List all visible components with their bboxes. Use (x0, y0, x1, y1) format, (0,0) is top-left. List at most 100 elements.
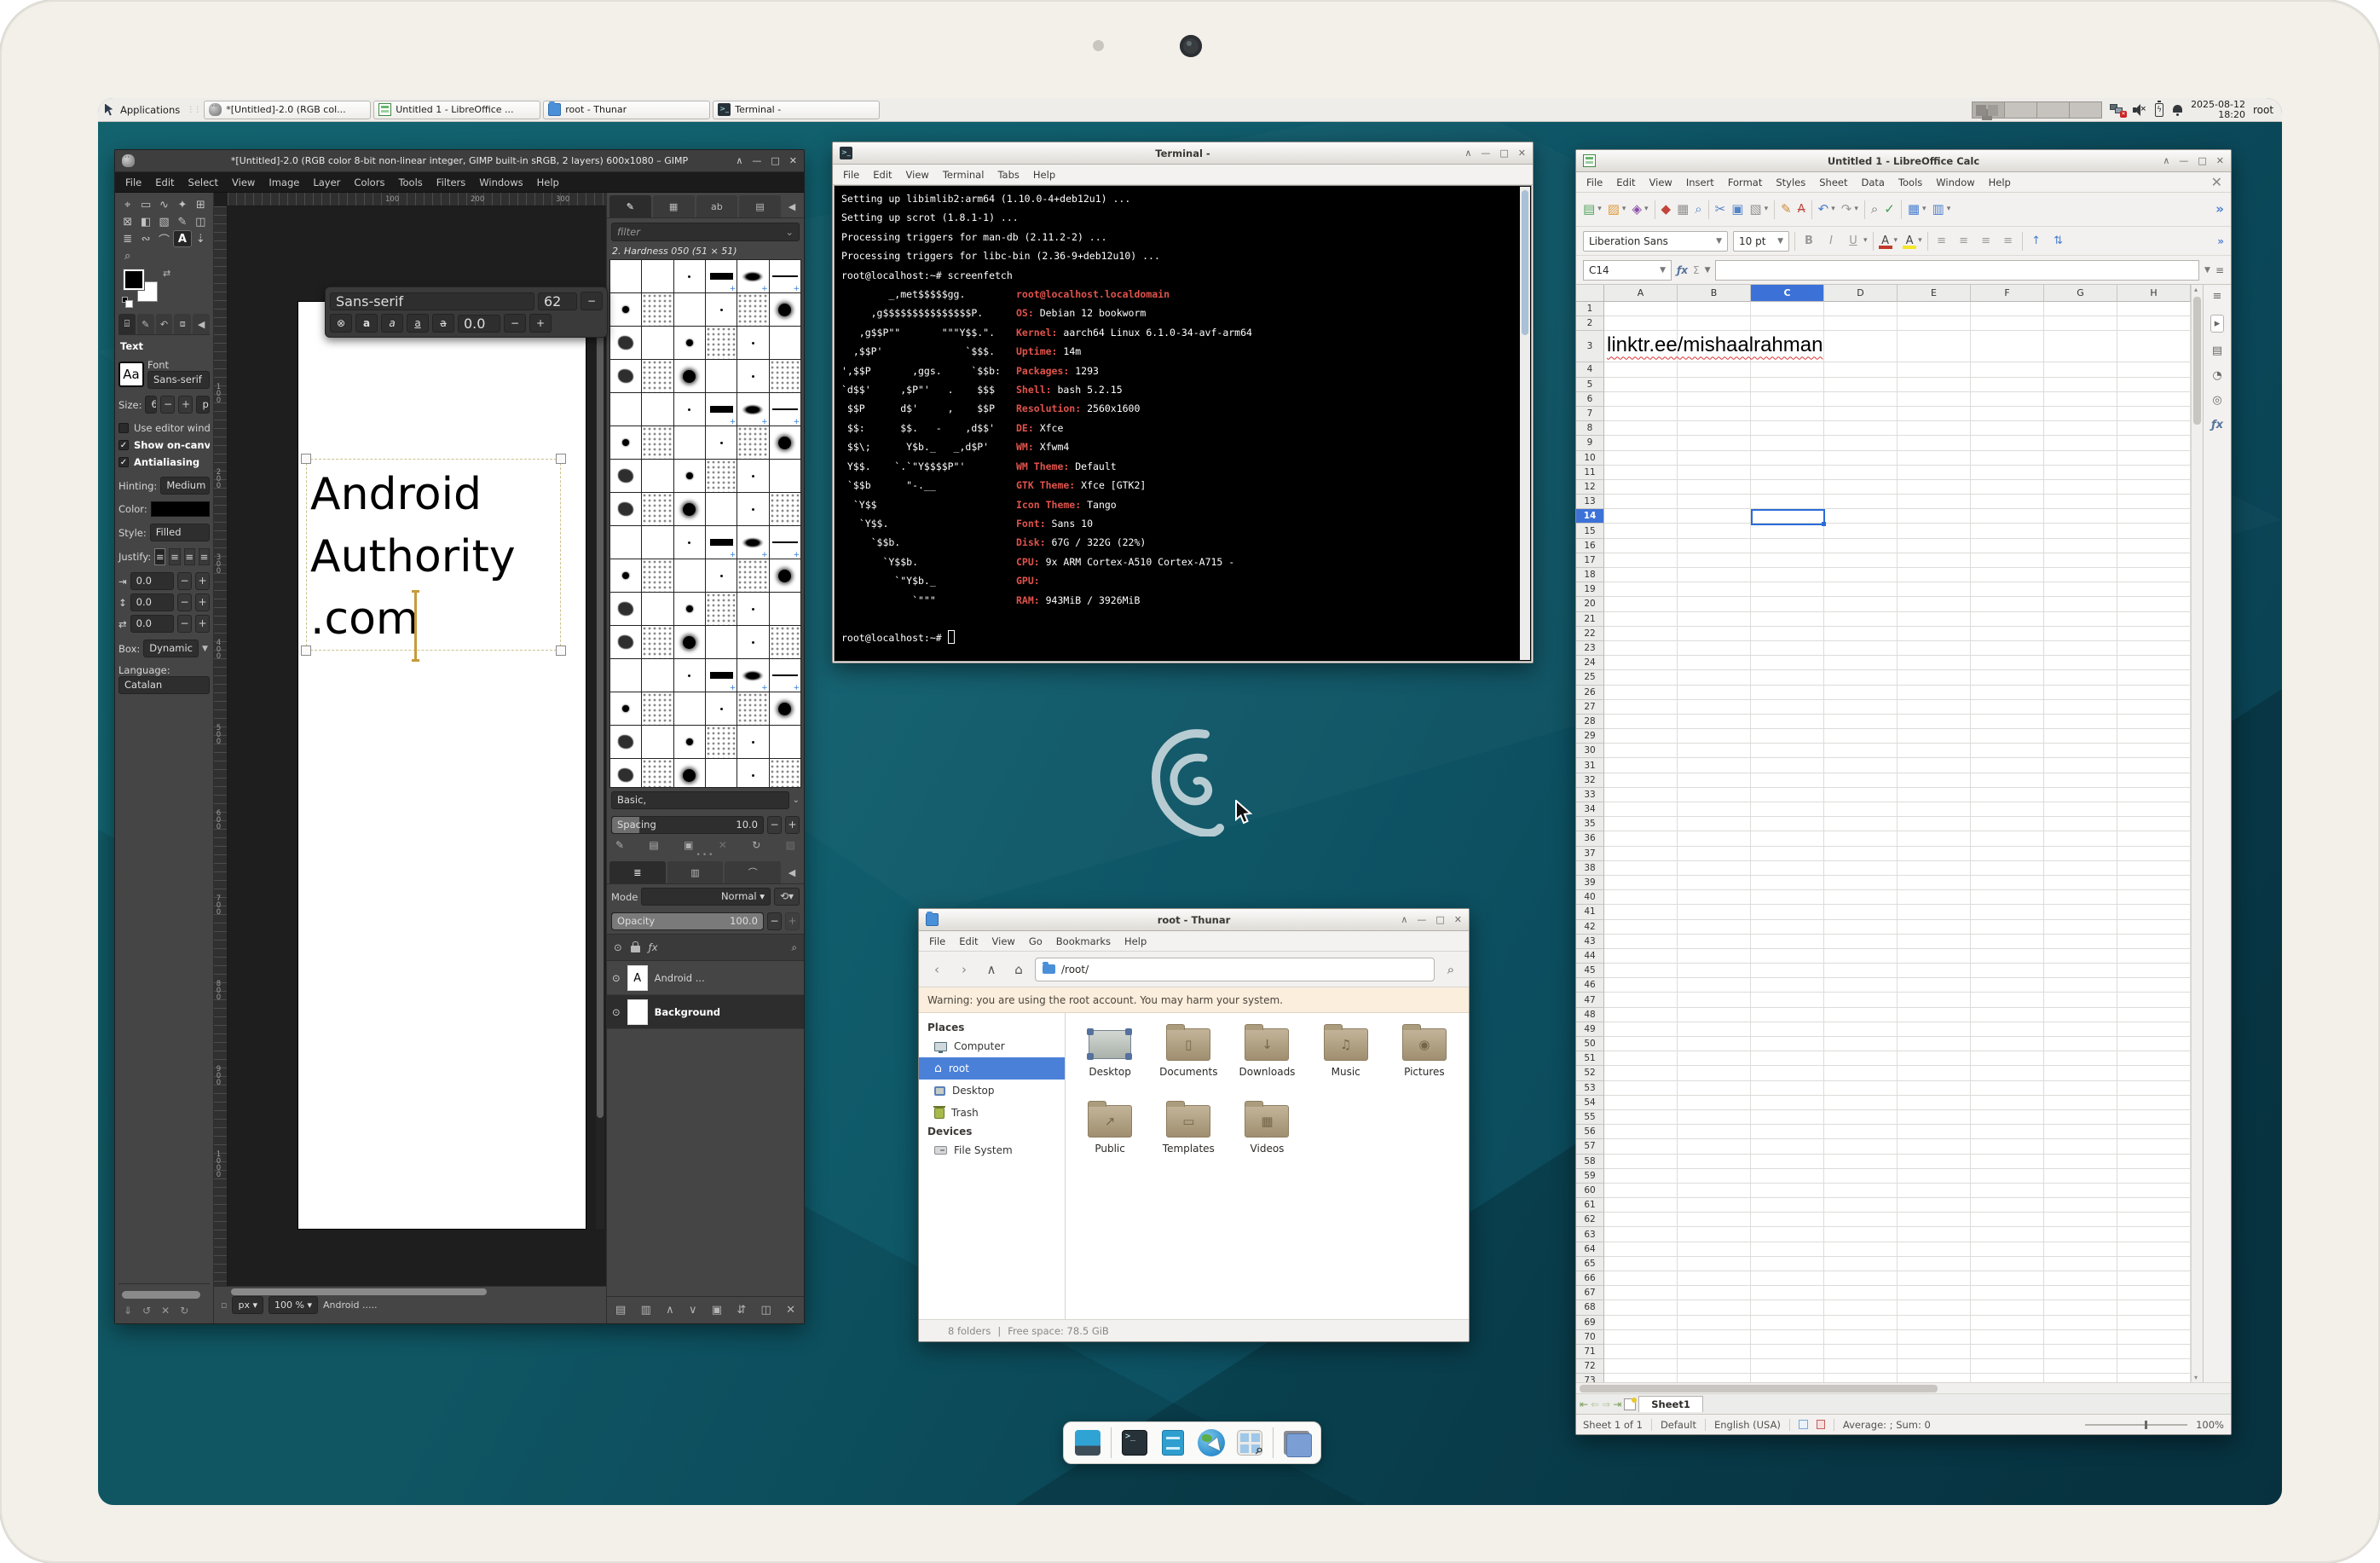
paste-icon[interactable]: ▧ (1749, 203, 1761, 216)
sheet-cell[interactable] (1971, 817, 2044, 831)
font-select[interactable]: Sans-serif (147, 371, 210, 389)
row-header-40[interactable]: 40 (1576, 890, 1604, 905)
float-size-minus[interactable]: − (581, 292, 603, 310)
sidebar-menu-icon[interactable]: ≡ (2215, 264, 2224, 276)
tool-text-icon[interactable]: A (173, 230, 191, 247)
sheet-cell[interactable] (1824, 597, 1898, 611)
brush-thumbnail[interactable] (737, 559, 768, 592)
foreground-color-swatch[interactable] (124, 269, 144, 290)
page-style[interactable]: Default (1661, 1419, 1696, 1431)
folder-desktop[interactable]: Desktop (1071, 1025, 1149, 1078)
brush-thumbnail[interactable] (642, 559, 673, 592)
folder-pictures[interactable]: ◉Pictures (1385, 1025, 1464, 1078)
size-unit-select[interactable]: px (196, 396, 210, 414)
cut-icon[interactable]: ✂ (1715, 203, 1726, 216)
tab-channels[interactable]: ▥ (667, 861, 724, 883)
sheet-cell[interactable] (1971, 436, 2044, 450)
brush-thumbnail[interactable] (770, 460, 800, 492)
menu-item-colors[interactable]: Colors (347, 177, 391, 188)
sheet-cell[interactable] (2044, 847, 2117, 861)
sheet-cell[interactable] (2117, 1081, 2191, 1096)
sheet-cell[interactable] (1898, 1066, 1971, 1080)
sheet-cell[interactable] (1824, 1081, 1898, 1096)
sheet-cell[interactable] (1751, 362, 1824, 377)
brush-thumbnail[interactable] (770, 327, 800, 359)
sheet-cell[interactable] (1604, 773, 1678, 788)
sheet-cell[interactable] (2044, 670, 2117, 685)
sheet-cell[interactable] (1678, 1051, 1751, 1066)
row-header-41[interactable]: 41 (1576, 905, 1604, 919)
function-wizard-icon[interactable]: ƒx (1677, 264, 1688, 276)
row-header-51[interactable]: 51 (1576, 1051, 1604, 1066)
layer-row[interactable]: ⊙Background (607, 995, 804, 1029)
sheet-cell[interactable] (1678, 949, 1751, 964)
align-right-icon[interactable]: ≡ (1978, 234, 1995, 247)
brush-thumbnail[interactable] (674, 327, 705, 359)
opacity-minus[interactable]: − (767, 912, 782, 930)
formula-input[interactable] (1715, 260, 2199, 281)
brush-thumbnail[interactable] (706, 759, 737, 788)
sheet-cell[interactable] (1971, 847, 2044, 861)
lock-icon[interactable] (631, 946, 640, 952)
gimp-titlebar[interactable]: *[Untitled]-2.0 (RGB color 8-bit non-lin… (115, 150, 804, 172)
sheet-cell[interactable] (1971, 1096, 2044, 1110)
sheet-cell[interactable] (1678, 1125, 1751, 1139)
row-header-61[interactable]: 61 (1576, 1198, 1604, 1213)
brush-thumbnail[interactable] (770, 293, 800, 326)
paste-dropdown[interactable]: ▾ (1765, 206, 1769, 213)
sheet-cell[interactable] (2044, 1257, 2117, 1271)
sheet-cell[interactable] (1604, 1300, 1678, 1315)
sheet-cell[interactable] (1604, 1022, 1678, 1037)
print-preview-icon[interactable]: ⌕ (1695, 203, 1701, 216)
sheet-cell[interactable] (1751, 466, 1824, 480)
shade-button[interactable]: ∧ (1401, 914, 1407, 925)
sheet-cell[interactable] (1898, 524, 1971, 538)
row-header-73[interactable]: 73 (1576, 1374, 1604, 1382)
sheet-cell[interactable] (1824, 1008, 1898, 1022)
sheet-cell[interactable] (2044, 480, 2117, 495)
sheet-cell[interactable] (1751, 568, 1824, 582)
sheet-cell[interactable] (1604, 392, 1678, 407)
sheet-cell[interactable] (1971, 597, 2044, 611)
sheet-cell[interactable] (2044, 890, 2117, 905)
brush-thumbnail[interactable] (706, 327, 737, 359)
sheet-cell[interactable] (1678, 509, 1751, 524)
sheet-cell[interactable] (1678, 890, 1751, 905)
layer-opacity-slider[interactable]: Opacity 100.0 (611, 912, 764, 930)
sheet-cell[interactable] (1604, 831, 1678, 846)
sheet-cell[interactable] (1751, 597, 1824, 611)
brush-thumbnail[interactable] (706, 293, 737, 326)
sheet-cell[interactable] (1971, 316, 2044, 331)
sheet-cell[interactable] (1824, 302, 1898, 316)
visibility-icon[interactable]: ⊙ (612, 1006, 621, 1018)
sheet-cell[interactable] (1971, 1184, 2044, 1198)
sheet-cell[interactable] (1898, 1037, 1971, 1051)
brush-thumbnail[interactable] (674, 593, 705, 625)
merge-cells-icon[interactable]: ⇅ (2050, 234, 2067, 247)
sheet-cell[interactable] (1604, 539, 1678, 553)
sheet-cell[interactable] (1751, 539, 1824, 553)
brush-thumbnail[interactable] (737, 493, 768, 525)
sheet-cell[interactable] (1678, 788, 1751, 802)
sheet-cell[interactable] (1604, 1051, 1678, 1066)
sheet-cell[interactable] (1604, 436, 1678, 450)
row-header-29[interactable]: 29 (1576, 729, 1604, 744)
sheet-cell[interactable] (1898, 978, 1971, 993)
brush-thumbnail[interactable] (770, 260, 800, 292)
sheet-cell[interactable] (1678, 773, 1751, 788)
sheet-cell[interactable] (1971, 700, 2044, 715)
path-bar[interactable]: /root/ (1035, 958, 1435, 981)
maximize-button[interactable]: □ (771, 155, 779, 166)
sheet-cell[interactable] (1971, 1257, 2044, 1271)
sheet-cell[interactable] (1898, 700, 1971, 715)
sheet-cell[interactable] (1898, 1198, 1971, 1213)
canvas-vertical-scrollbar[interactable] (596, 302, 604, 1229)
hinting-select[interactable]: Medium (160, 477, 210, 495)
brush-thumbnail[interactable] (674, 692, 705, 725)
sheet-cell[interactable] (1678, 1139, 1751, 1154)
sheet-cell[interactable] (2044, 700, 2117, 715)
tool-zoom-icon[interactable]: ⌕ (118, 247, 136, 264)
sheet-cell[interactable] (2044, 1271, 2117, 1286)
network-icon[interactable]: ✕ (2110, 104, 2124, 115)
taskbar-window-button[interactable]: >_Terminal - (713, 101, 880, 119)
